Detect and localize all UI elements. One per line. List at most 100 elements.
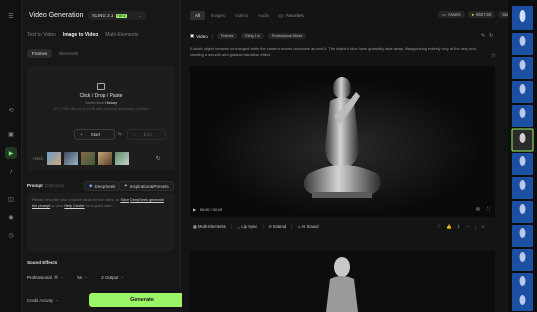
extend-button[interactable]: ⟳ Extend	[269, 224, 287, 229]
chevron-down-icon: ⌄	[59, 274, 64, 279]
hint-thumb-4[interactable]	[97, 152, 112, 165]
assets-button[interactable]: ▭ Assets	[438, 11, 465, 18]
divider: |	[291, 224, 293, 229]
copy-icon[interactable]: ❐	[491, 53, 495, 58]
credit-activity[interactable]: Credit Activity ⌄	[27, 297, 59, 303]
prompt-textarea[interactable]: Please describe your creative ideas for …	[27, 193, 175, 251]
inspiration-button[interactable]: ✦ Inspiration&Presets	[119, 181, 174, 191]
page-title: Video Generation	[29, 12, 84, 19]
tab-elements[interactable]: Elements	[54, 49, 83, 58]
refresh-icon[interactable]: ↻	[156, 155, 161, 162]
chevron-down-icon: ⌄	[83, 274, 88, 279]
prompt-header: Prompt (Optional)	[27, 183, 65, 188]
tab-frames[interactable]: Frames	[27, 49, 53, 58]
mode-badge: ▪▪	[53, 275, 58, 279]
output-select[interactable]: 2 Output ⌄	[101, 274, 124, 280]
history-prefix: Select from	[84, 101, 106, 105]
history-link[interactable]: History	[105, 101, 117, 105]
share-icon[interactable]: ⇪	[457, 224, 461, 230]
filter-audio[interactable]: Audio	[254, 11, 273, 20]
filter-all[interactable]: All	[190, 11, 205, 20]
duration-select[interactable]: 5s ⌄	[77, 274, 88, 280]
chevron-down-icon: ⌄	[55, 297, 59, 302]
inspiration-label: Inspiration&Presets	[129, 183, 169, 189]
hints-row: Hints: ↻	[33, 152, 161, 165]
image-icon[interactable]: ▣	[5, 128, 17, 140]
assets-label: Assets	[447, 12, 461, 17]
generation-panel: Video Generation KLING 2.1 NEW ⌄ Text to…	[22, 0, 195, 312]
folder-icon: ▭	[442, 12, 446, 17]
play-icon[interactable]: ▶	[193, 207, 196, 212]
lip-sync-button[interactable]: ◡ Lip Sync	[237, 224, 258, 229]
ai-sound-button[interactable]: ♫ AI Sound	[297, 224, 318, 229]
video-player[interactable]: ▶ 00:00 / 00:10 ▤ ⛶	[190, 66, 495, 217]
extend-label: Extend	[273, 224, 287, 229]
video-reactions: ♡ 👍 ⇪ ⋯ | ☆	[437, 224, 485, 230]
captions-icon[interactable]: ▤	[476, 206, 480, 211]
star-icon[interactable]: ☆	[481, 224, 485, 230]
prompt-link-help[interactable]: Help Center	[64, 204, 84, 208]
edit-icon[interactable]: ✎	[481, 33, 485, 39]
retry-icon[interactable]: ↻	[489, 33, 493, 39]
plus-icon: +	[133, 132, 136, 137]
mode-tabs: Text to Video Image to Video Multi-Eleme…	[27, 32, 138, 38]
clock-icon[interactable]: ◷	[5, 229, 17, 241]
video-player-2[interactable]	[190, 251, 495, 312]
fullscreen-icon[interactable]: ⛶	[487, 206, 490, 211]
end-frame-slot[interactable]: + End	[127, 129, 166, 140]
tab-text-to-video[interactable]: Text to Video	[27, 32, 56, 38]
tag-mode: Professional Mode	[267, 33, 307, 39]
prompt-text-3: for a quick start.	[85, 204, 113, 208]
upload-card[interactable]: Click / Drop / Paste Select from History…	[27, 66, 175, 170]
swap-icon[interactable]: ⇆	[118, 131, 122, 137]
credits-badge[interactable]: ● 6607.60	[467, 11, 496, 18]
hints-label: Hints:	[33, 156, 44, 161]
multi-elements-button[interactable]: ▦ Multi-Elements	[193, 224, 226, 229]
history-thumbs[interactable]	[508, 0, 537, 312]
credit-icon: ●	[471, 12, 475, 17]
end-label: End	[143, 132, 152, 137]
history-strip	[508, 0, 537, 312]
ai-sound-label: AI Sound	[301, 224, 319, 229]
like-icon[interactable]: ♡	[437, 224, 441, 230]
gallery-icon[interactable]: ◫	[5, 193, 17, 205]
credit-label: Credit Activity	[27, 297, 54, 303]
generate-button[interactable]: Generate	[89, 293, 195, 307]
upload-title: Click / Drop / Paste	[79, 93, 123, 99]
lips-icon: ◡	[236, 224, 241, 229]
tab-image-to-video[interactable]: Image to Video	[63, 32, 98, 38]
results-panel: All Images Videos Audio Favorites ▭ Asse…	[182, 0, 524, 312]
prompt-optional: (Optional)	[44, 183, 65, 188]
duration-value: 5s	[77, 274, 82, 280]
filter-images[interactable]: Images	[207, 11, 229, 20]
tab-multi-elements[interactable]: Multi-Elements	[105, 32, 138, 38]
prompt-label: Prompt	[27, 183, 43, 188]
start-frame-slot[interactable]: + Start	[74, 129, 115, 140]
extend-icon: ⟳	[268, 224, 273, 229]
audio-icon[interactable]: ♪	[5, 166, 17, 178]
hint-thumb-3[interactable]	[80, 152, 95, 165]
video-icon[interactable]: ▶	[5, 147, 17, 159]
filter-bar: All Images Videos Audio Favorites	[190, 11, 304, 20]
thumbs-up-icon[interactable]: 👍	[446, 224, 452, 230]
video-actions: ▦ Multi-Elements | ◡ Lip Sync | ⟳ Extend | …	[193, 224, 319, 229]
deepseek-button[interactable]: ◆ DeepSeek	[84, 181, 121, 191]
mode-select[interactable]: Professional ▪▪ ⌄	[27, 274, 64, 280]
filter-videos[interactable]: Videos	[231, 11, 252, 20]
deepseek-icon: ◆	[89, 183, 93, 188]
upload-history-line: Select from History	[27, 101, 175, 105]
history-icon[interactable]: ⟲	[5, 104, 17, 116]
hint-thumb-1[interactable]	[46, 152, 61, 165]
divider: |	[211, 33, 213, 39]
menu-icon[interactable]: ☰	[5, 10, 17, 22]
favorites-toggle[interactable]: Favorites	[277, 13, 304, 18]
more-icon[interactable]: ⋯	[465, 224, 470, 230]
video-type-label: Video	[196, 33, 208, 39]
model-selector[interactable]: KLING 2.1 NEW ⌄	[88, 11, 146, 20]
chevron-down-icon: ⌄	[138, 13, 142, 18]
hint-thumb-2[interactable]	[63, 152, 78, 165]
video-type: ▣ Video	[190, 33, 208, 39]
prompt-link-save[interactable]: Save	[120, 198, 129, 202]
eye-icon[interactable]: ◉	[5, 211, 17, 223]
hint-thumb-5[interactable]	[114, 152, 129, 165]
